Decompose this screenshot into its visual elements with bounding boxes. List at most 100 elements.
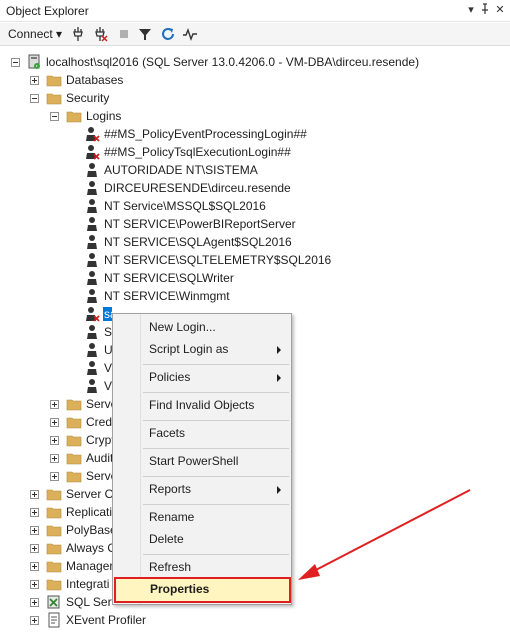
login-icon <box>84 252 100 268</box>
login-item[interactable]: SQ <box>0 323 112 341</box>
menu-item-facets[interactable]: Facets <box>113 422 291 444</box>
login-item[interactable]: ##MS_PolicyTsqlExecutionLogin## <box>0 143 510 161</box>
login-item[interactable]: U <box>0 341 112 359</box>
collapse-icon[interactable] <box>11 58 20 67</box>
connect-object-explorer-icon[interactable] <box>70 26 86 42</box>
sql-server-agent-node[interactable]: SQL Serve <box>0 593 112 611</box>
login-label: VI <box>104 379 112 393</box>
expand-icon[interactable] <box>50 418 59 427</box>
top-level-node[interactable]: Integrati <box>0 575 112 593</box>
expand-icon[interactable] <box>30 616 39 625</box>
expand-icon[interactable] <box>30 508 39 517</box>
expand-icon[interactable] <box>50 454 59 463</box>
menu-separator <box>143 448 289 449</box>
menu-item-rename[interactable]: Rename <box>113 506 291 528</box>
submenu-arrow-icon <box>277 486 281 494</box>
submenu-arrow-icon <box>277 346 281 354</box>
menu-item-delete[interactable]: Delete <box>113 528 291 550</box>
login-label: NT SERVICE\PowerBIReportServer <box>104 217 296 231</box>
login-item-selected[interactable]: sa <box>0 305 112 323</box>
menu-label: New Login... <box>149 320 216 334</box>
login-item[interactable]: NT SERVICE\PowerBIReportServer <box>0 215 510 233</box>
collapse-icon[interactable] <box>50 112 59 121</box>
security-label: Security <box>66 91 110 105</box>
top-level-label: Server Ob <box>66 487 112 501</box>
security-node[interactable]: Security <box>0 89 510 107</box>
folder-icon <box>46 540 62 556</box>
login-item[interactable]: AUTORIDADE NT\SISTEMA <box>0 161 510 179</box>
menu-item-new-login[interactable]: New Login... <box>113 316 291 338</box>
folder-icon <box>66 450 82 466</box>
login-item[interactable]: NT SERVICE\SQLWriter <box>0 269 510 287</box>
top-level-node[interactable]: Replicatio <box>0 503 112 521</box>
expand-icon[interactable] <box>30 598 39 607</box>
menu-item-reports[interactable]: Reports <box>113 478 291 500</box>
expand-icon[interactable] <box>50 400 59 409</box>
folder-icon <box>46 522 62 538</box>
login-item[interactable]: NT SERVICE\SQLTELEMETRY$SQL2016 <box>0 251 510 269</box>
menu-item-start-powershell[interactable]: Start PowerShell <box>113 450 291 472</box>
login-item[interactable]: NT SERVICE\SQLAgent$SQL2016 <box>0 233 510 251</box>
server-label: localhost\sql2016 (SQL Server 13.0.4206.… <box>46 55 420 69</box>
login-label: ##MS_PolicyEventProcessingLogin## <box>104 127 307 141</box>
close-icon[interactable]: ✕ <box>493 3 507 17</box>
collapse-icon[interactable] <box>30 94 39 103</box>
login-item[interactable]: VI <box>0 377 112 395</box>
expand-icon[interactable] <box>30 580 39 589</box>
object-explorer-toolbar: Connect ▾ <box>0 23 510 46</box>
menu-item-find-invalid-objects[interactable]: Find Invalid Objects <box>113 394 291 416</box>
stop-icon[interactable] <box>116 26 132 42</box>
databases-node[interactable]: Databases <box>0 71 510 89</box>
security-child-node[interactable]: Audit <box>0 449 112 467</box>
expand-icon[interactable] <box>30 526 39 535</box>
login-item[interactable]: NT Service\MSSQL$SQL2016 <box>0 197 510 215</box>
sql-agent-icon <box>46 594 62 610</box>
expand-icon[interactable] <box>30 544 39 553</box>
menu-item-policies[interactable]: Policies <box>113 366 291 388</box>
login-item[interactable]: VI <box>0 359 112 377</box>
top-level-node[interactable]: Manager <box>0 557 112 575</box>
login-icon <box>84 162 100 178</box>
menu-separator <box>143 364 289 365</box>
expand-icon[interactable] <box>50 472 59 481</box>
logins-node[interactable]: Logins <box>0 107 510 125</box>
menu-item-script-login-as[interactable]: Script Login as <box>113 338 291 360</box>
security-child-node[interactable]: Serve <box>0 395 112 413</box>
folder-icon <box>66 468 82 484</box>
security-child-node[interactable]: Crypt <box>0 431 112 449</box>
expand-icon[interactable] <box>50 436 59 445</box>
top-level-label: Manager <box>66 559 112 573</box>
menu-item-properties[interactable]: Properties <box>114 577 291 603</box>
security-child-label: Serve <box>86 469 112 483</box>
top-level-node[interactable]: PolyBase <box>0 521 112 539</box>
pin-icon[interactable] <box>478 3 492 17</box>
security-child-node[interactable]: Serve <box>0 467 112 485</box>
security-child-node[interactable]: Crede <box>0 413 112 431</box>
menu-label: Properties <box>150 582 210 596</box>
login-label: DIRCEURESENDE\dirceu.resende <box>104 181 291 195</box>
refresh-icon[interactable] <box>160 26 176 42</box>
login-label: U <box>104 343 112 357</box>
login-item[interactable]: NT SERVICE\Winmgmt <box>0 287 510 305</box>
menu-separator <box>143 476 289 477</box>
login-item[interactable]: DIRCEURESENDE\dirceu.resende <box>0 179 510 197</box>
activity-monitor-icon[interactable] <box>182 26 198 42</box>
login-item[interactable]: ##MS_PolicyEventProcessingLogin## <box>0 125 510 143</box>
expand-icon[interactable] <box>30 562 39 571</box>
top-level-node[interactable]: Server Ob <box>0 485 112 503</box>
login-label: NT SERVICE\SQLAgent$SQL2016 <box>104 235 292 249</box>
server-icon <box>26 54 42 70</box>
expand-icon[interactable] <box>30 76 39 85</box>
menu-item-refresh[interactable]: Refresh <box>113 556 291 578</box>
menu-label: Rename <box>149 510 195 524</box>
login-icon <box>84 360 100 376</box>
window-menu-icon[interactable]: ▾ <box>464 3 478 17</box>
server-node[interactable]: localhost\sql2016 (SQL Server 13.0.4206.… <box>0 53 510 71</box>
xevent-profiler-node[interactable]: XEvent Profiler <box>0 611 510 629</box>
expand-icon[interactable] <box>30 490 39 499</box>
top-level-node[interactable]: Always O <box>0 539 112 557</box>
connect-button[interactable]: Connect ▾ <box>8 27 62 41</box>
filter-icon[interactable] <box>137 26 153 42</box>
disconnect-icon[interactable] <box>92 26 108 42</box>
login-icon <box>84 198 100 214</box>
